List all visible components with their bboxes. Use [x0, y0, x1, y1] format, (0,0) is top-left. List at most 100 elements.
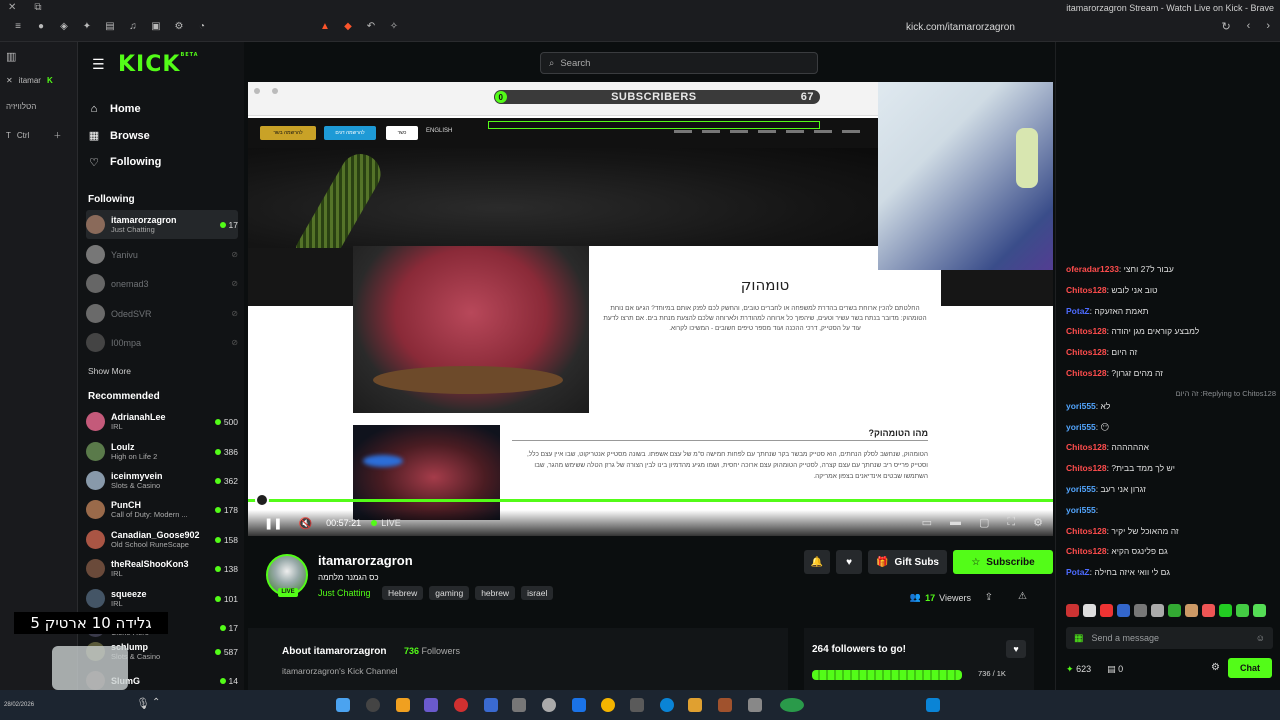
video-player[interactable]: 0 SUBSCRIBERS 67 להרשמה בשר להרשמה דגים … [248, 82, 1053, 536]
emote-icon[interactable] [1151, 604, 1164, 617]
chat-username[interactable]: Chitos128 [1066, 368, 1107, 378]
reader-icon[interactable]: ✧ [388, 20, 400, 32]
goal-heart-icon[interactable]: ♥ [1006, 640, 1026, 658]
app-icon[interactable] [542, 698, 556, 712]
nav-browse[interactable]: ▦ Browse [88, 123, 161, 150]
sidebar-channel-i00mpa[interactable]: I00mpa ⊘ [86, 328, 238, 357]
chat-username[interactable]: Chitos128 [1066, 347, 1107, 357]
folder-icon[interactable] [688, 698, 702, 712]
chat-settings-icon[interactable]: ⚙ [1211, 662, 1220, 673]
close-window-icon[interactable]: ✕ [8, 2, 16, 13]
fullscreen-icon[interactable]: ⛶ [1007, 516, 1015, 529]
app-icon[interactable] [748, 698, 762, 712]
subscribe-button[interactable]: ☆ Subscribe [953, 550, 1053, 574]
app-icon[interactable] [454, 698, 468, 712]
stream-category[interactable]: Just Chatting [318, 588, 371, 598]
microphone-icon[interactable]: 🎙 [136, 697, 150, 710]
channel-points[interactable]: ✦ 623 [1066, 664, 1091, 675]
sidebar-channel-yanivu[interactable]: Yanivu ⊘ [86, 240, 238, 269]
sidebar-rec-channel[interactable]: iceinmyvein Slots & Casino 362 [86, 466, 238, 495]
notification-bell-button[interactable]: 🔔 [804, 550, 831, 574]
app-icon[interactable] [484, 698, 498, 712]
menu-icon[interactable]: ≡ [12, 20, 24, 32]
nav-home[interactable]: ⌂ Home [88, 96, 161, 123]
app-icon[interactable] [424, 698, 438, 712]
volume-muted-icon[interactable]: 🔇 [298, 517, 312, 530]
chat-send-button[interactable]: Chat [1228, 658, 1272, 678]
emote-icon[interactable] [1083, 604, 1096, 617]
shield-icon[interactable]: ◈ [58, 20, 70, 32]
emote-icon[interactable] [1134, 604, 1147, 617]
app-icon[interactable] [630, 698, 644, 712]
chat-username[interactable]: Chitos128 [1066, 526, 1107, 536]
channel-name[interactable]: itamarorzagron [318, 553, 413, 568]
emote-icon[interactable] [1219, 604, 1232, 617]
app-icon[interactable] [396, 698, 410, 712]
chat-message-input[interactable]: ▦ Send a message ☺ [1066, 627, 1273, 649]
chat-username[interactable]: oferadar1233 [1066, 264, 1119, 274]
app-icon[interactable] [718, 698, 732, 712]
chat-username[interactable]: yori555 [1066, 422, 1096, 432]
screenshot-icon[interactable]: ▣ [150, 20, 162, 32]
miniplayer-icon[interactable]: ▢ [979, 516, 989, 529]
pause-icon[interactable]: ❚❚ [264, 517, 282, 530]
nav-following[interactable]: ♡ Following [88, 149, 161, 176]
emote-icon[interactable] [1236, 604, 1249, 617]
app-icon[interactable] [366, 698, 380, 712]
chat-username[interactable]: Chitos128 [1066, 442, 1107, 452]
report-icon[interactable]: ⚠ [1018, 591, 1027, 602]
progress-knob[interactable] [255, 493, 269, 507]
chat-username[interactable]: Chitos128 [1066, 546, 1107, 556]
back-icon[interactable]: ‹ [1247, 20, 1251, 33]
reload-icon[interactable]: ↻ [1221, 20, 1230, 33]
emote-icon[interactable] [1168, 604, 1181, 617]
sidebar-rec-channel[interactable]: Canadian_Goose902 Old School RuneScape 158 [86, 525, 238, 554]
sidebar-rec-channel[interactable]: PunCH Call of Duty: Modern ... 178 [86, 495, 238, 524]
app-icon[interactable] [336, 698, 350, 712]
chevron-up-icon[interactable]: ⌃ [152, 697, 160, 708]
tag[interactable]: Hebrew [382, 586, 424, 600]
tab-tv[interactable]: הטלוויזיה [6, 102, 36, 111]
close-tab-icon[interactable]: ✕ [6, 76, 13, 85]
video-progress-bar[interactable] [248, 493, 1053, 507]
chat-username[interactable]: PotaZ [1066, 567, 1090, 577]
brave-icon[interactable]: ● [35, 20, 47, 32]
chat-username[interactable]: Chitos128 [1066, 326, 1107, 336]
extension-icon[interactable]: ✦ [81, 20, 93, 32]
new-tab[interactable]: T Ctrl ＋ [6, 130, 61, 141]
app-icon[interactable] [780, 698, 804, 712]
hamburger-menu-icon[interactable]: ☰ [92, 56, 105, 73]
tag[interactable]: hebrew [475, 586, 516, 600]
chat-username[interactable]: Chitos128 [1066, 463, 1107, 473]
app-icon[interactable] [572, 698, 586, 712]
sidebar-rec-channel[interactable]: theRealShooKon3 IRL 138 [86, 554, 238, 583]
emote-icon[interactable] [1066, 604, 1079, 617]
sidebar-channel-onemad3[interactable]: onemad3 ⊘ [86, 269, 238, 298]
emote-icon[interactable] [1185, 604, 1198, 617]
share-icon[interactable]: ⇪ [985, 592, 993, 603]
wifi-icon[interactable]: ◔ [196, 20, 208, 32]
sidebar-channel-odedsvr[interactable]: OdedSVR ⊘ [86, 299, 238, 328]
plus-icon[interactable]: ＋ [53, 130, 61, 141]
emoji-icon[interactable]: ☺ [1256, 633, 1265, 643]
chat-username[interactable]: yori555 [1066, 505, 1096, 515]
address-bar[interactable]: kick.com/itamarorzagron [906, 22, 1015, 33]
chat-username[interactable]: yori555 [1066, 484, 1096, 494]
kick-logo[interactable]: KICKBETA [118, 52, 199, 77]
translate-icon[interactable]: ⚙ [173, 20, 185, 32]
emote-icon[interactable] [1117, 604, 1130, 617]
undo-icon[interactable]: ↶ [365, 20, 377, 32]
settings-gear-icon[interactable]: ⚙ [1033, 516, 1043, 529]
tab-icon[interactable]: ⧉ [34, 2, 41, 13]
brave-shield-icon[interactable]: ◆ [342, 20, 354, 32]
emote-icon[interactable] [1253, 604, 1266, 617]
sidebar-icon[interactable]: ▤ [104, 20, 116, 32]
sidebar-rec-channel[interactable]: squeeze IRL 101 [86, 584, 238, 613]
sidebar-toggle-icon[interactable]: ▥ [6, 50, 16, 63]
chat-username[interactable]: yori555 [1066, 401, 1096, 411]
emote-icon[interactable] [1100, 604, 1113, 617]
theater-mode-icon[interactable]: ▬ [950, 516, 961, 529]
gift-subs-button[interactable]: 🎁 Gift Subs [868, 550, 947, 574]
brave-rewards-icon[interactable]: ▲ [319, 20, 331, 32]
tab-itamar[interactable]: ✕ itamar K [6, 76, 53, 85]
